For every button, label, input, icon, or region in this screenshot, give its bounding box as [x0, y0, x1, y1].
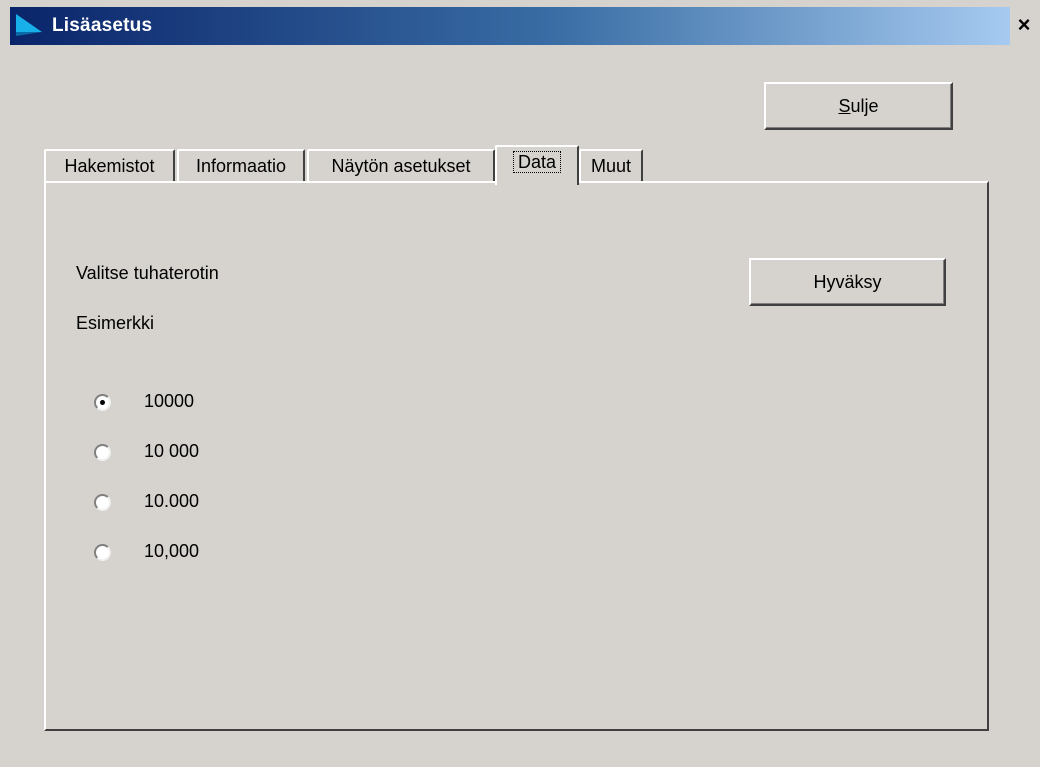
tab-label: Muut — [590, 156, 632, 176]
radio-button[interactable] — [94, 444, 111, 461]
data-tab-panel: Valitse tuhaterotin Esimerkki Hyväksy 10… — [44, 181, 989, 731]
tab-hakemistot[interactable]: Hakemistot — [44, 149, 175, 182]
title-bar[interactable]: Lisäasetus — [10, 7, 1010, 45]
close-button-label: ulje — [850, 96, 879, 116]
dialog-body: Sulje Hakemistot Informaatio Näytön aset… — [10, 45, 1040, 767]
close-button-accelerator: S — [838, 96, 851, 116]
tab-label: Informaatio — [195, 156, 287, 176]
radio-label: 10 000 — [144, 441, 200, 461]
tab-label: Data — [512, 151, 562, 173]
tab-data[interactable]: Data — [495, 145, 579, 185]
radio-label: 10000 — [144, 391, 195, 411]
radio-label: 10.000 — [144, 491, 200, 511]
tab-label: Näytön asetukset — [331, 156, 471, 176]
radio-button[interactable] — [94, 494, 111, 511]
close-button[interactable]: Sulje — [764, 82, 953, 130]
window-title: Lisäasetus — [52, 15, 153, 36]
tab-informaatio[interactable]: Informaatio — [177, 149, 305, 182]
radio-label: 10,000 — [144, 541, 200, 561]
radio-button[interactable] — [94, 544, 111, 561]
close-icon[interactable]: × — [1012, 12, 1036, 38]
tab-label: Hakemistot — [64, 156, 155, 176]
separator-prompt-label: Valitse tuhaterotin — [76, 263, 219, 283]
app-arrow-icon — [16, 14, 42, 36]
radio-button[interactable] — [94, 394, 111, 411]
example-label: Esimerkki — [76, 313, 155, 333]
accept-button-label: Hyväksy — [813, 272, 882, 292]
tab-naytön-asetukset[interactable]: Näytön asetukset — [307, 149, 495, 182]
tab-muut[interactable]: Muut — [579, 149, 643, 182]
accept-button[interactable]: Hyväksy — [749, 258, 946, 306]
